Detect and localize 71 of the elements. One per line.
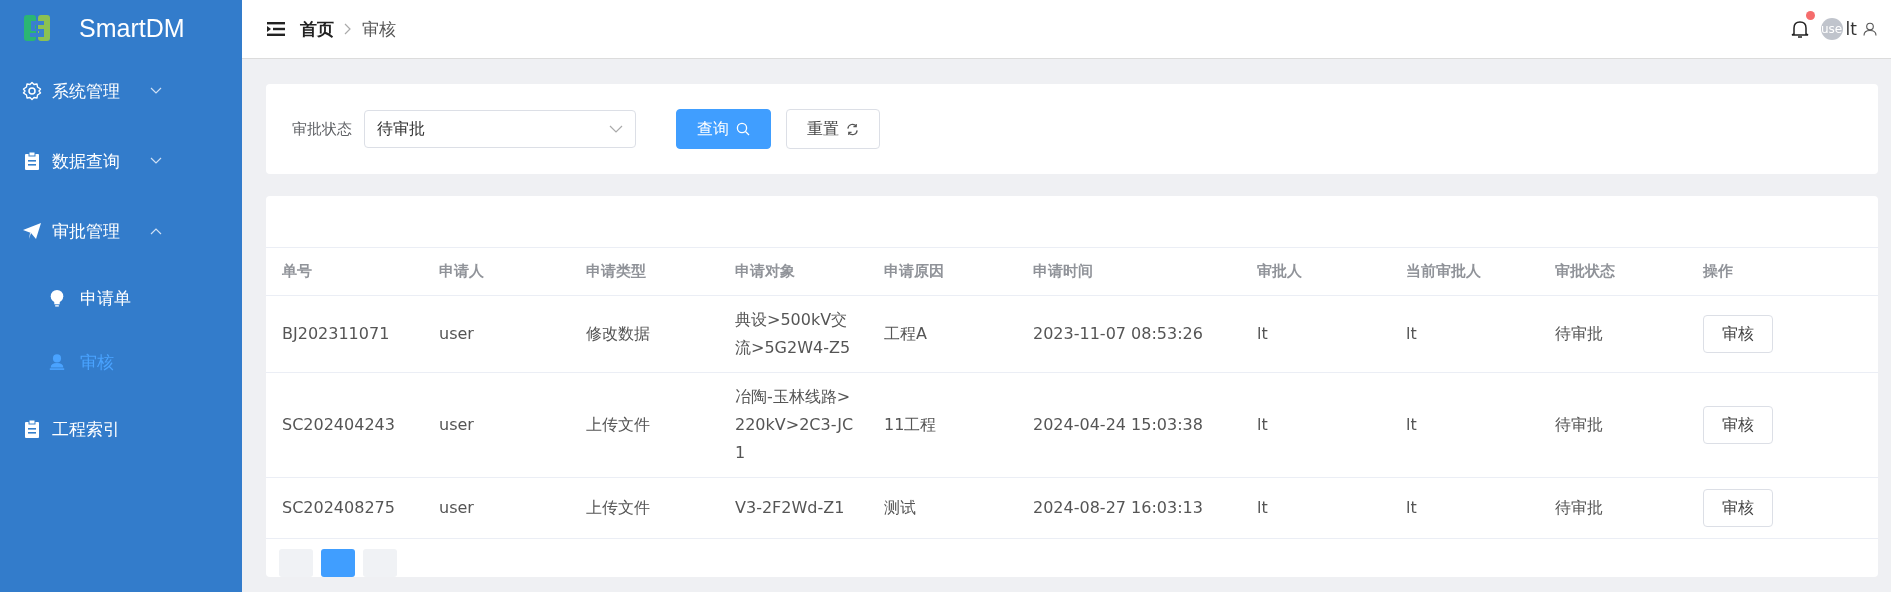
menu-item[interactable]: 审批管理 — [0, 196, 242, 266]
table-cell: 2024-04-24 15:03:38 — [1033, 415, 1203, 434]
menu-label: 系统管理 — [52, 79, 121, 103]
submenu-item[interactable]: 申请单 — [0, 266, 242, 330]
menu-item[interactable]: 工程索引 — [0, 394, 242, 464]
table-cell-text: V3-2F2Wd-Z1 — [735, 497, 846, 519]
table-cell: lt — [1406, 324, 1417, 343]
table-cell: lt — [1257, 415, 1268, 434]
table-cell: 2024-08-27 16:03:13 — [1033, 498, 1203, 517]
app-name: SmartDM — [79, 13, 185, 43]
column-header: 操作 — [1702, 262, 1734, 281]
column-header: 申请时间 — [1032, 262, 1094, 281]
menu-label: 工程索引 — [52, 417, 121, 441]
paper-plane-icon — [22, 221, 42, 241]
reset-button[interactable]: 重置 — [786, 109, 880, 149]
menu-icon[interactable] — [267, 22, 285, 36]
breadcrumb-separator-icon — [344, 23, 352, 35]
column-header: 申请对象 — [734, 262, 796, 281]
refresh-icon — [846, 122, 859, 136]
username[interactable]: lt — [1845, 19, 1857, 39]
table-cell: 11工程 — [884, 415, 937, 434]
table-cell: lt — [1406, 415, 1417, 434]
column-header: 申请人 — [438, 262, 485, 281]
column-header: 审批状态 — [1554, 262, 1616, 281]
table-cell: user — [439, 324, 474, 343]
logo-icon — [22, 13, 52, 43]
column-header: 申请原因 — [883, 262, 945, 281]
menu-label: 申请单 — [80, 286, 131, 310]
menu-item[interactable]: 系统管理 — [0, 56, 242, 126]
status-select[interactable]: 待审批 — [364, 110, 636, 148]
table-cell: SC202404243 — [282, 415, 395, 434]
settings-icon — [22, 81, 42, 101]
table-cell: lt — [1257, 498, 1268, 517]
table-cell: 待审批 — [1555, 324, 1603, 343]
table-cell: 修改数据 — [586, 324, 650, 343]
bell-icon[interactable] — [1790, 19, 1809, 39]
person-icon — [48, 352, 66, 372]
table-cell: 待审批 — [1555, 498, 1603, 517]
lightbulb-icon — [48, 288, 66, 308]
review-button[interactable]: 审核 — [1703, 489, 1773, 527]
table-cell: 工程A — [884, 324, 927, 343]
column-header: 申请类型 — [585, 262, 647, 281]
table-cell: user — [439, 498, 474, 517]
table-cell-text: 典设>500kV交流>5G2W4-Z5 — [735, 309, 852, 359]
breadcrumb-link[interactable]: 审核 — [362, 17, 396, 41]
table-cell: lt — [1406, 498, 1417, 517]
table-cell: BJ202311071 — [282, 324, 390, 343]
clipboard-icon — [22, 419, 42, 439]
table-cell: SC202408275 — [282, 498, 395, 517]
table-cell: 待审批 — [1555, 415, 1603, 434]
breadcrumb-link[interactable]: 首页 — [300, 17, 334, 41]
review-button[interactable]: 审核 — [1703, 406, 1773, 444]
chevron-icon — [609, 125, 623, 133]
column-header: 当前审批人 — [1405, 262, 1482, 281]
menu-item[interactable]: 数据查询 — [0, 126, 242, 196]
field-label: 审批状态 — [292, 119, 352, 139]
table-cell: user — [439, 415, 474, 434]
table-cell: 测试 — [884, 498, 916, 517]
table-cell: 上传文件 — [586, 415, 650, 434]
menu-label: 审批管理 — [52, 219, 121, 243]
user-icon[interactable] — [1863, 22, 1877, 36]
table-cell: lt — [1257, 324, 1268, 343]
menu-label: 数据查询 — [52, 149, 121, 173]
table-cell: 上传文件 — [586, 498, 650, 517]
column-header: 单号 — [281, 262, 313, 281]
review-button[interactable]: 审核 — [1703, 315, 1773, 353]
clipboard-icon — [22, 151, 42, 171]
table-cell: 2023-11-07 08:53:26 — [1033, 324, 1203, 343]
column-header: 审批人 — [1256, 262, 1303, 281]
table-cell-text: 冶陶-玉林线路>220kV>2C3-JC1 — [735, 386, 855, 464]
search-icon — [736, 122, 750, 136]
